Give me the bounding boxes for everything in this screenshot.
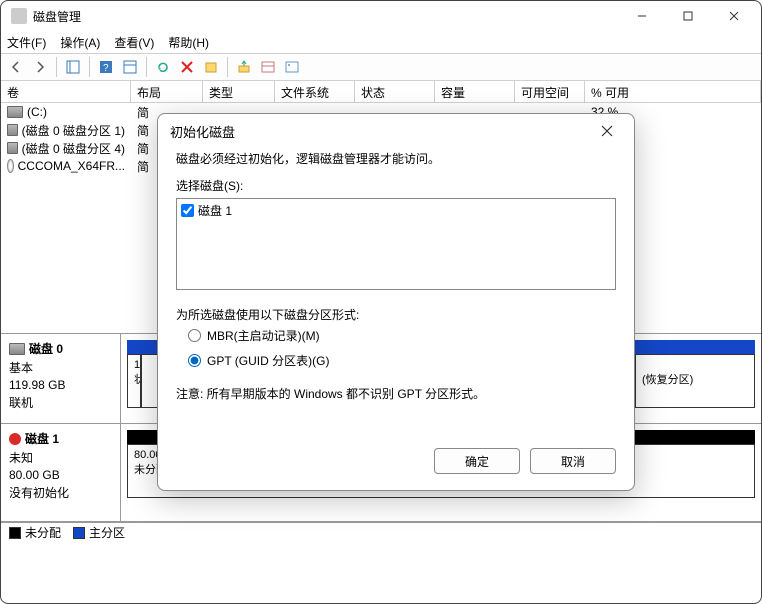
minimize-button[interactable]: [619, 1, 665, 31]
delete-icon[interactable]: [176, 56, 198, 78]
mbr-radio[interactable]: [188, 329, 201, 342]
disk-select-list[interactable]: 磁盘 1: [176, 198, 616, 290]
select-disk-label: 选择磁盘(S):: [176, 177, 616, 194]
back-button[interactable]: [5, 56, 27, 78]
disk-title: 磁盘 1: [25, 430, 59, 447]
disk-status: 没有初始化: [9, 484, 112, 501]
action1-icon[interactable]: [233, 56, 255, 78]
action2-icon[interactable]: [257, 56, 279, 78]
col-free[interactable]: 可用空间: [515, 81, 585, 102]
col-status[interactable]: 状态: [355, 81, 435, 102]
volume-icon: [7, 142, 18, 154]
disk-kind: 未知: [9, 449, 112, 466]
disk-info-panel: 磁盘 0 基本 119.98 GB 联机: [1, 334, 121, 423]
volume-name: (磁盘 0 磁盘分区 4): [22, 140, 125, 157]
window-controls: [619, 1, 757, 31]
disk-kind: 基本: [9, 359, 112, 376]
legend-unalloc: 未分配: [25, 524, 61, 541]
disk-info-panel: 磁盘 1 未知 80.00 GB 没有初始化: [1, 424, 121, 521]
view-list-icon[interactable]: [62, 56, 84, 78]
legend-primary: 主分区: [89, 524, 125, 541]
disk-item-label: 磁盘 1: [198, 202, 232, 219]
maximize-button[interactable]: [665, 1, 711, 31]
refresh-icon[interactable]: [152, 56, 174, 78]
window-title: 磁盘管理: [33, 8, 619, 25]
disk-checkbox[interactable]: [181, 204, 194, 217]
col-fs[interactable]: 文件系统: [275, 81, 355, 102]
gpt-radio[interactable]: [188, 354, 201, 367]
legend-swatch-unalloc: [9, 527, 21, 539]
menu-action[interactable]: 操作(A): [60, 34, 100, 51]
volume-icon: [7, 106, 23, 118]
view-detail-icon[interactable]: [119, 56, 141, 78]
dialog-title: 初始化磁盘: [170, 122, 235, 141]
seg-text: 100: [134, 359, 141, 371]
properties-icon[interactable]: [200, 56, 222, 78]
legend: 未分配 主分区: [1, 522, 761, 542]
cancel-button[interactable]: 取消: [530, 448, 616, 474]
initialize-disk-dialog: 初始化磁盘 磁盘必须经过初始化，逻辑磁盘管理器才能访问。 选择磁盘(S): 磁盘…: [157, 113, 635, 491]
dialog-note: 注意: 所有早期版本的 Windows 都不识别 GPT 分区形式。: [176, 385, 616, 402]
disk-title: 磁盘 0: [29, 340, 63, 357]
titlebar: 磁盘管理: [1, 1, 761, 31]
action3-icon[interactable]: [281, 56, 303, 78]
disk-status: 联机: [9, 394, 112, 411]
menu-view[interactable]: 查看(V): [114, 34, 154, 51]
mbr-label: MBR(主启动记录)(M): [207, 327, 320, 344]
menubar: 文件(F) 操作(A) 查看(V) 帮助(H): [1, 31, 761, 53]
col-type[interactable]: 类型: [203, 81, 275, 102]
disk-icon: [9, 343, 25, 355]
gpt-label: GPT (GUID 分区表)(G): [207, 352, 329, 369]
disk-size: 119.98 GB: [9, 378, 112, 392]
ok-button[interactable]: 确定: [434, 448, 520, 474]
list-item[interactable]: 磁盘 1: [181, 201, 611, 219]
menu-help[interactable]: 帮助(H): [168, 34, 209, 51]
menu-file[interactable]: 文件(F): [7, 34, 46, 51]
dvd-icon: [7, 159, 14, 173]
svg-text:?: ?: [103, 63, 109, 74]
volume-name: (C:): [27, 105, 47, 119]
gpt-option[interactable]: GPT (GUID 分区表)(G): [188, 352, 616, 369]
app-icon: [11, 8, 27, 24]
mbr-option[interactable]: MBR(主启动记录)(M): [188, 327, 616, 344]
col-volume[interactable]: 卷: [1, 81, 131, 102]
col-capacity[interactable]: 容量: [435, 81, 515, 102]
volume-table-header: 卷 布局 类型 文件系统 状态 容量 可用空间 % 可用: [1, 81, 761, 103]
legend-swatch-primary: [73, 527, 85, 539]
help-icon[interactable]: ?: [95, 56, 117, 78]
dialog-close-button[interactable]: [592, 116, 622, 146]
partition-style-label: 为所选磁盘使用以下磁盘分区形式:: [176, 306, 616, 323]
close-button[interactable]: [711, 1, 757, 31]
disk-size: 80.00 GB: [9, 468, 112, 482]
status-dot-icon: [9, 433, 21, 445]
col-pct[interactable]: % 可用: [585, 81, 761, 102]
dialog-message: 磁盘必须经过初始化，逻辑磁盘管理器才能访问。: [176, 150, 616, 167]
volume-name: (磁盘 0 磁盘分区 1): [22, 122, 125, 139]
forward-button[interactable]: [29, 56, 51, 78]
seg-recovery: (恢复分区): [642, 374, 693, 386]
toolbar: ?: [1, 53, 761, 81]
volume-name: CCCOMA_X64FR...: [18, 159, 125, 173]
col-layout[interactable]: 布局: [131, 81, 203, 102]
volume-icon: [7, 124, 18, 136]
disk-management-window: 磁盘管理 文件(F) 操作(A) 查看(V) 帮助(H) ? 卷 布局 类: [0, 0, 762, 604]
